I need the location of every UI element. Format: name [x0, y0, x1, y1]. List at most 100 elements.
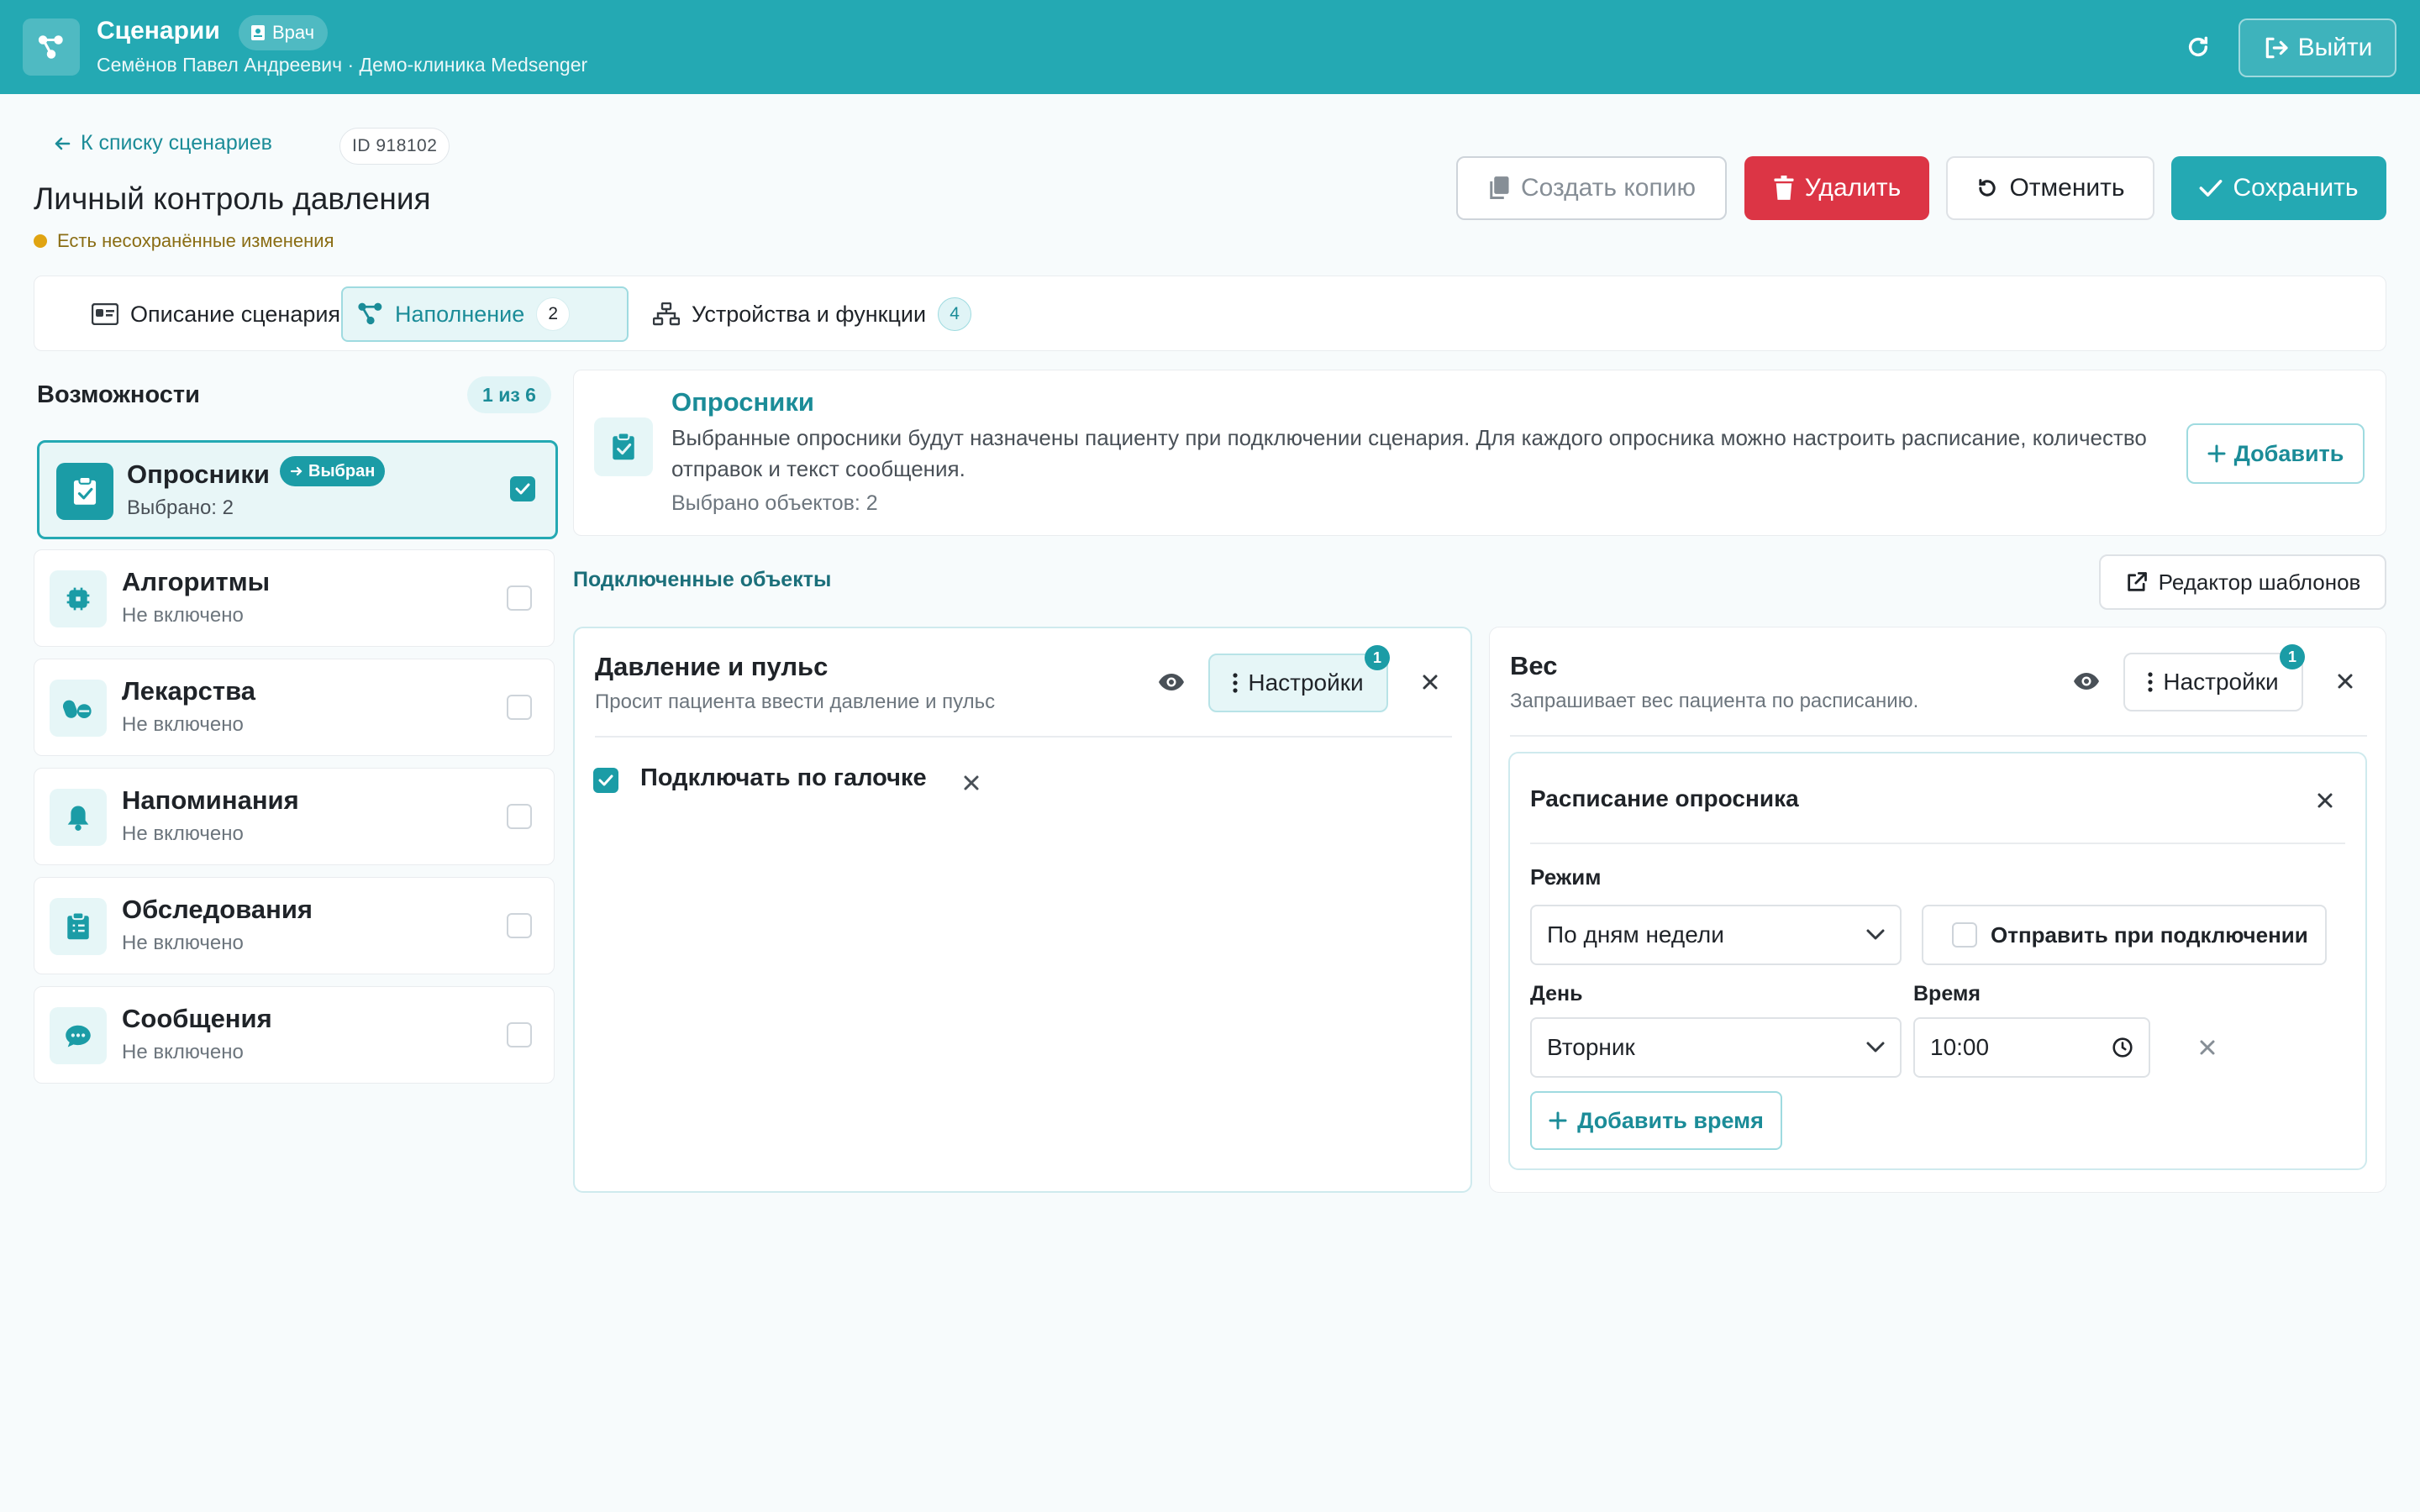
kebab-icon	[1233, 673, 1238, 693]
close-icon	[2317, 793, 2333, 808]
diagram-icon	[358, 302, 382, 325]
remove-option-button[interactable]	[956, 768, 986, 798]
create-copy-button[interactable]: Создать копию	[1456, 156, 1727, 220]
tab-label: Описание сценария	[130, 301, 341, 327]
capabilities-title: Возможности	[37, 381, 200, 408]
add-time-button[interactable]: Добавить время	[1530, 1091, 1782, 1150]
capability-checkbox[interactable]	[507, 913, 532, 938]
id-card-icon	[92, 303, 118, 325]
mode-value: По дням недели	[1547, 921, 1724, 948]
role-badge: Врач	[239, 15, 329, 50]
tab-count-badge: 4	[938, 297, 972, 331]
tab-label: Устройства и функции	[692, 301, 927, 327]
day-label: День	[1530, 982, 1583, 1005]
send-on-connect-toggle[interactable]: Отправить при подключении	[1922, 905, 2327, 965]
close-icon	[964, 775, 979, 790]
capability-state: Не включено	[122, 713, 244, 736]
undo-icon	[1979, 179, 1996, 197]
kebab-icon	[2148, 672, 2153, 692]
unsaved-dot-icon	[34, 234, 47, 248]
user-clinic-subtitle: Семёнов Павел Андреевич · Демо-клиника M…	[97, 54, 588, 76]
copy-icon	[1490, 176, 1509, 200]
save-label: Сохранить	[2233, 174, 2359, 202]
capability-card-examinations[interactable]: Обследования Не включено	[34, 877, 555, 974]
time-value: 10:00	[1930, 1034, 1990, 1060]
logout-button[interactable]: Выйти	[2238, 18, 2396, 77]
delete-button[interactable]: Удалить	[1744, 156, 1929, 220]
capability-name: Обследования	[122, 895, 313, 924]
close-icon	[2200, 1040, 2215, 1055]
capability-name: Напоминания	[122, 785, 299, 815]
plus-icon	[1549, 1111, 1567, 1130]
settings-button[interactable]: Настройки 1	[2123, 644, 2305, 711]
day-select[interactable]: Вторник	[1530, 1017, 1902, 1078]
info-selected-count: Выбрано объектов: 2	[671, 491, 878, 515]
capability-name: Опросники	[127, 459, 270, 489]
connected-object-card: Давление и пульс Просит пациента ввести …	[573, 627, 1472, 1193]
capabilities-counter: 1 из 6	[467, 376, 551, 413]
id-card-icon	[251, 25, 265, 40]
save-button[interactable]: Сохранить	[2171, 156, 2386, 220]
capability-name: Алгоритмы	[122, 567, 271, 596]
mode-select[interactable]: По дням недели	[1530, 905, 1902, 965]
close-schedule-button[interactable]	[2310, 785, 2340, 816]
capability-checkbox[interactable]	[507, 585, 532, 611]
bell-icon	[50, 789, 107, 846]
sitemap-icon	[653, 302, 680, 326]
remove-time-button[interactable]	[2192, 1032, 2223, 1063]
preview-button[interactable]	[1155, 665, 1188, 699]
capability-checkbox[interactable]	[507, 804, 532, 829]
delete-label: Удалить	[1804, 174, 1902, 202]
arrow-left-icon	[55, 137, 71, 150]
cpu-icon	[50, 570, 107, 627]
time-input[interactable]: 10:00	[1913, 1017, 2150, 1078]
settings-button[interactable]: Настройки 1	[1208, 645, 1390, 712]
refresh-icon	[2188, 36, 2208, 57]
divider	[1510, 735, 2367, 737]
connect-by-checkbox-toggle[interactable]	[593, 768, 618, 793]
send-on-connect-checkbox[interactable]	[1952, 922, 1977, 948]
clipboard-check-icon	[56, 463, 113, 520]
tab-description[interactable]: Описание сценария	[76, 286, 355, 342]
capability-info-card: Опросники Выбранные опросники будут назн…	[573, 370, 2386, 536]
back-link-label: К списку сценариев	[81, 131, 272, 155]
connected-objects-label: Подключенные объекты	[573, 568, 832, 591]
tab-label: Наполнение	[395, 301, 525, 327]
capability-card-reminders[interactable]: Напоминания Не включено	[34, 768, 555, 865]
template-editor-label: Редактор шаблонов	[2158, 569, 2361, 595]
check-icon	[515, 483, 530, 495]
clock-icon	[2112, 1037, 2133, 1058]
cancel-button[interactable]: Отменить	[1946, 156, 2154, 220]
capability-checkbox[interactable]	[507, 1022, 532, 1047]
eye-icon	[1159, 674, 1184, 690]
preview-button[interactable]	[2070, 664, 2103, 698]
template-editor-button[interactable]: Редактор шаблонов	[2099, 554, 2386, 610]
capability-card-messages[interactable]: Сообщения Не включено	[34, 986, 555, 1084]
cancel-label: Отменить	[2009, 174, 2125, 202]
back-to-scenarios-link[interactable]: К списку сценариев	[52, 131, 272, 155]
capability-state: Не включено	[122, 932, 244, 954]
tab-content[interactable]: Наполнение 2	[341, 286, 629, 342]
logout-label: Выйти	[2297, 34, 2373, 61]
app-title: Сценарии	[97, 17, 220, 45]
mode-label: Режим	[1530, 864, 1602, 890]
capability-card-algorithms[interactable]: Алгоритмы Не включено	[34, 549, 555, 647]
capability-state: Не включено	[122, 1041, 244, 1063]
remove-object-button[interactable]	[1415, 667, 1445, 697]
refresh-button[interactable]	[2178, 25, 2218, 69]
add-label: Добавить	[2233, 440, 2344, 466]
chevron-down-icon	[1866, 1042, 1885, 1053]
add-questionnaire-button[interactable]: Добавить	[2186, 423, 2365, 484]
info-title: Опросники	[671, 387, 814, 417]
capability-checkbox[interactable]	[507, 695, 532, 720]
capability-card-medications[interactable]: Лекарства Не включено	[34, 659, 555, 756]
capability-card-questionnaires[interactable]: Опросники Выбран Выбрано: 2	[37, 440, 558, 539]
chevron-down-icon	[1866, 929, 1885, 940]
capability-checkbox[interactable]	[510, 476, 535, 501]
selected-badge-label: Выбран	[308, 461, 376, 480]
tab-devices[interactable]: Устройства и функции 4	[638, 286, 986, 342]
remove-object-button[interactable]	[2330, 666, 2360, 696]
clipboard-check-icon	[594, 417, 653, 476]
scenario-id-badge: ID 918102	[339, 128, 450, 165]
capability-name: Лекарства	[122, 676, 255, 706]
